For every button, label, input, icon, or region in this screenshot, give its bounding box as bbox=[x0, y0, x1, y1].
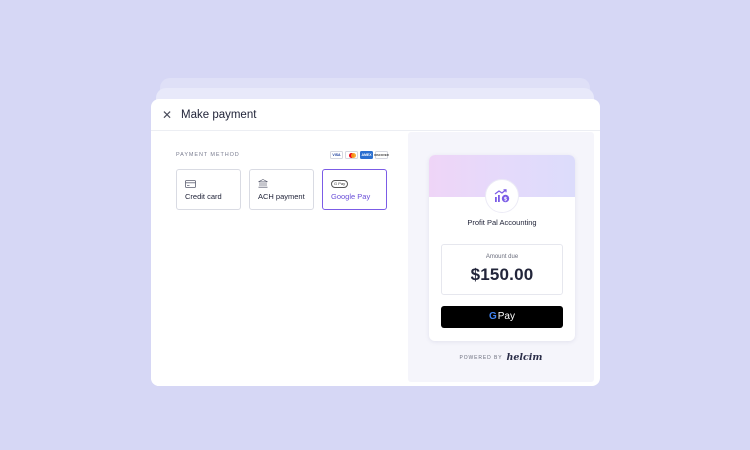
google-pay-icon: G Pay bbox=[331, 179, 349, 188]
credit-card-icon bbox=[185, 179, 196, 188]
credit-card-option[interactable]: Credit card bbox=[176, 169, 241, 210]
payment-modal: ✕ Make payment PAYMENT METHOD VISA AMEX … bbox=[151, 99, 600, 386]
ach-payment-label: ACH payment bbox=[258, 192, 305, 201]
payment-method-label: PAYMENT METHOD bbox=[176, 152, 240, 158]
amount-due-value: $150.00 bbox=[470, 265, 534, 284]
invoice-preview-pane: $ Profit Pal Accounting Amount due $150.… bbox=[408, 132, 594, 382]
business-name: Profit Pal Accounting bbox=[467, 218, 537, 227]
google-pay-button-label: Pay bbox=[497, 311, 515, 322]
payment-method-pane: PAYMENT METHOD VISA AMEX DISCOVER Credit… bbox=[151, 132, 407, 386]
credit-card-label: Credit card bbox=[185, 192, 222, 201]
close-icon[interactable]: ✕ bbox=[162, 109, 174, 121]
amount-due-label: Amount due bbox=[485, 254, 519, 260]
modal-header: ✕ Make payment bbox=[151, 99, 600, 131]
helcim-logo: helcim bbox=[506, 352, 543, 363]
payment-method-header: PAYMENT METHOD VISA AMEX DISCOVER bbox=[176, 151, 389, 159]
google-g-icon: G bbox=[488, 311, 497, 322]
google-pay-option[interactable]: G Pay Google Pay bbox=[322, 169, 387, 210]
google-pay-button[interactable]: G Pay bbox=[441, 306, 563, 328]
bank-icon bbox=[258, 179, 268, 188]
powered-by: POWERED BY helcim bbox=[408, 352, 594, 363]
discover-icon: DISCOVER bbox=[374, 151, 389, 159]
growth-chart-dollar-icon: $ bbox=[494, 189, 510, 202]
powered-by-label: POWERED BY bbox=[459, 354, 503, 361]
business-avatar: $ bbox=[485, 179, 519, 213]
payment-method-options: Credit card ACH payment G Pay Google Pay bbox=[176, 169, 387, 210]
mastercard-icon bbox=[345, 151, 358, 159]
ach-payment-option[interactable]: ACH payment bbox=[249, 169, 314, 210]
card-logos: VISA AMEX DISCOVER bbox=[330, 151, 389, 159]
svg-text:$: $ bbox=[504, 196, 508, 202]
amount-due-box: Amount due $150.00 bbox=[441, 244, 563, 295]
visa-icon: VISA bbox=[330, 151, 343, 159]
invoice-card: $ Profit Pal Accounting Amount due $150.… bbox=[429, 155, 575, 341]
google-pay-label: Google Pay bbox=[331, 192, 371, 201]
modal-title: Make payment bbox=[181, 108, 257, 121]
amex-icon: AMEX bbox=[360, 151, 373, 159]
